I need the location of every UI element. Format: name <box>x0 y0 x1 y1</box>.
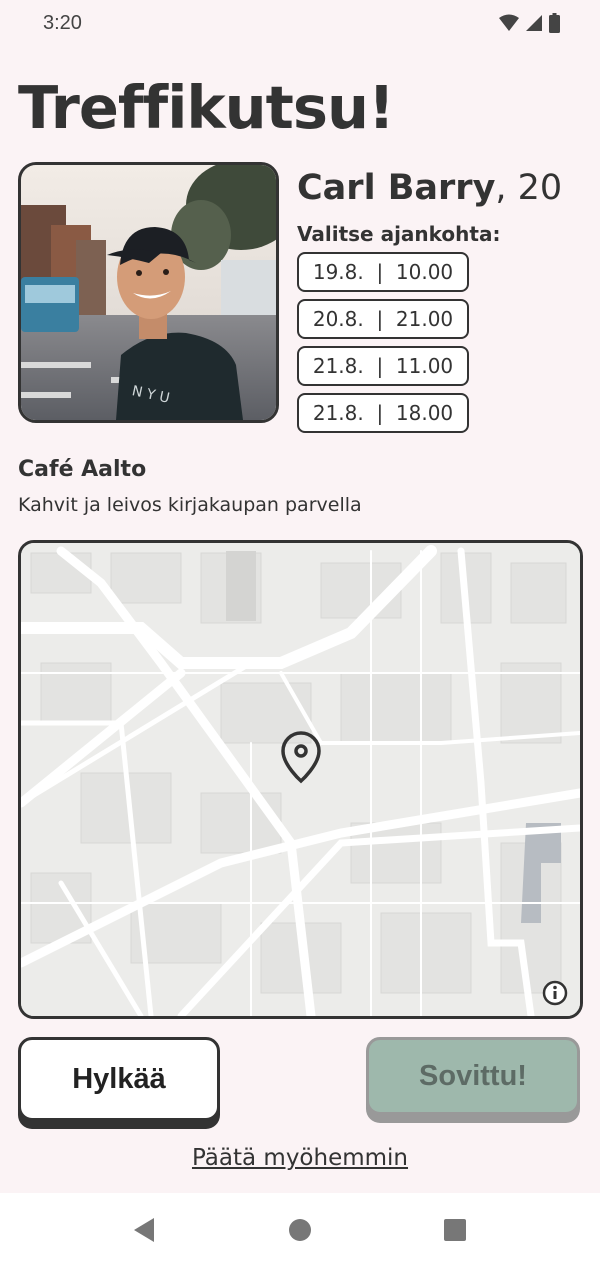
map-view[interactable] <box>18 540 583 1019</box>
place-description: Kahvit ja leivos kirjakaupan parvella <box>18 494 362 516</box>
time-slot-button[interactable]: 21.8. | 18.00 <box>297 393 469 433</box>
place-name: Café Aalto <box>18 457 147 482</box>
profile-name-line: Carl Barry, 20 <box>297 166 562 210</box>
status-time: 3:20 <box>43 12 82 34</box>
recents-icon[interactable] <box>440 1215 470 1245</box>
time-slot-button[interactable]: 21.8. | 11.00 <box>297 346 469 386</box>
reject-button[interactable]: Hylkää <box>18 1037 220 1121</box>
time-slot-button[interactable]: 20.8. | 21.00 <box>297 299 469 339</box>
navigation-bar <box>0 1193 600 1267</box>
time-slot-button[interactable]: 19.8. | 10.00 <box>297 252 469 292</box>
home-icon[interactable] <box>285 1215 315 1245</box>
profile-photo: N Y U <box>18 162 279 423</box>
signal-icon <box>526 15 542 31</box>
back-icon[interactable] <box>130 1215 160 1245</box>
profile-name: Carl Barry <box>297 168 496 208</box>
page-title: Treffikutsu! <box>18 73 395 142</box>
info-icon[interactable] <box>542 980 568 1006</box>
time-slot-list: 19.8. | 10.00 20.8. | 21.00 21.8. | 11.0… <box>297 252 469 440</box>
decide-later-link[interactable]: Päätä myöhemmin <box>0 1145 600 1171</box>
schedule-label: Valitse ajankohta: <box>297 222 501 246</box>
accept-button[interactable]: Sovittu! <box>366 1037 580 1115</box>
status-icons <box>499 13 560 33</box>
battery-icon <box>549 13 560 33</box>
wifi-icon <box>499 14 519 31</box>
status-bar: 3:20 <box>0 0 600 48</box>
profile-age: , 20 <box>495 168 563 208</box>
